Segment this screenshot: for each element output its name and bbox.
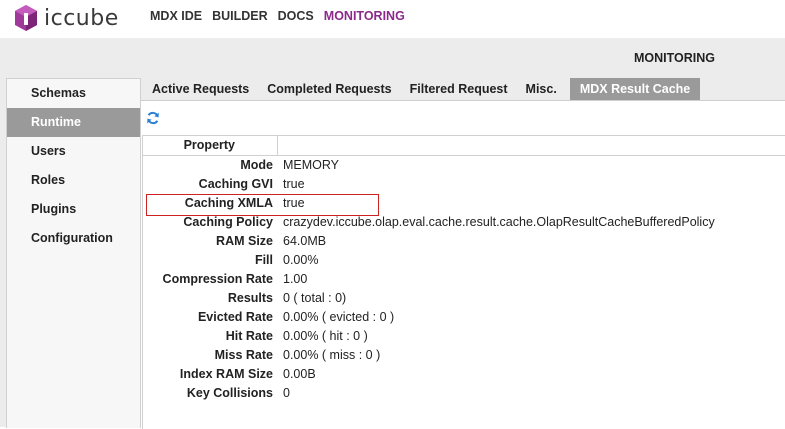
logo-text: iccube [44, 5, 119, 31]
property-key: Hit Rate [225, 329, 273, 343]
property-key: Miss Rate [214, 348, 273, 362]
property-value: 0.00% [283, 253, 319, 267]
iccube-logo-icon [15, 5, 37, 31]
table-row: RAM Size 64.0MB [143, 232, 785, 251]
sidebar-item-configuration[interactable]: Configuration [7, 224, 140, 253]
property-value: true [283, 177, 305, 191]
property-value: 1.00 [283, 272, 308, 286]
property-key: Results [227, 291, 273, 305]
header-property: Property [183, 138, 235, 152]
sidebar-item-roles[interactable]: Roles [7, 166, 140, 195]
property-value: 0.00% ( evicted : 0 ) [283, 310, 395, 324]
table-row: Hit Rate 0.00% ( hit : 0 ) [143, 327, 785, 346]
table-row: Key Collisions 0 [143, 384, 785, 403]
property-value: 0.00% ( miss : 0 ) [283, 348, 381, 362]
property-value: 64.0MB [283, 234, 327, 248]
table-row: Miss Rate 0.00% ( miss : 0 ) [143, 346, 785, 365]
sidebar-item-runtime[interactable]: Runtime [7, 108, 140, 137]
top-nav: MDX IDE BUILDER DOCS MONITORING [150, 9, 415, 23]
property-grid: Property Mode MEMORY Caching GVI true Ca… [142, 135, 785, 429]
property-key: Compression Rate [162, 272, 273, 286]
nav-builder[interactable]: BUILDER [212, 9, 268, 23]
tab-filtered-request[interactable]: Filtered Request [401, 78, 517, 100]
property-key: Index RAM Size [179, 367, 273, 381]
table-row: Caching GVI true [143, 175, 785, 194]
table-row: Evicted Rate 0.00% ( evicted : 0 ) [143, 308, 785, 327]
page-title: MONITORING [634, 51, 716, 65]
tab-completed-requests[interactable]: Completed Requests [258, 78, 400, 100]
ram-size-highlight-box [146, 194, 379, 216]
property-value: 0 ( total : 0) [283, 291, 347, 305]
table-row: Compression Rate 1.00 [143, 270, 785, 289]
header-divider [277, 136, 278, 155]
property-key: Fill [254, 253, 273, 267]
property-value: 0.00B [283, 367, 316, 381]
property-key: RAM Size [216, 234, 273, 248]
property-key: Caching GVI [198, 177, 273, 191]
nav-mdx-ide[interactable]: MDX IDE [150, 9, 202, 23]
sidebar-item-plugins[interactable]: Plugins [7, 195, 140, 224]
property-key: Evicted Rate [197, 310, 273, 324]
sidebar: Schemas Runtime Users Roles Plugins Conf… [6, 78, 141, 428]
content-panel: Property Mode MEMORY Caching GVI true Ca… [141, 100, 785, 429]
sidebar-item-schemas[interactable]: Schemas [7, 79, 140, 108]
tab-misc[interactable]: Misc. [517, 78, 566, 100]
property-value: 0.00% ( hit : 0 ) [283, 329, 368, 343]
sidebar-item-users[interactable]: Users [7, 137, 140, 166]
property-value: 0 [283, 386, 290, 400]
table-row: Fill 0.00% [143, 251, 785, 270]
grid-header-row: Property [143, 136, 785, 156]
table-row: Results 0 ( total : 0) [143, 289, 785, 308]
table-row: Index RAM Size 0.00B [143, 365, 785, 384]
property-key: Mode [240, 158, 273, 172]
tab-mdx-result-cache[interactable]: MDX Result Cache [569, 78, 701, 100]
nav-docs[interactable]: DOCS [278, 9, 314, 23]
refresh-icon[interactable] [146, 111, 160, 125]
table-row: Mode MEMORY [143, 156, 785, 175]
property-value: MEMORY [283, 158, 340, 172]
tab-bar: Active Requests Completed Requests Filte… [143, 78, 701, 100]
tab-active-requests[interactable]: Active Requests [143, 78, 258, 100]
app-logo[interactable]: iccube [14, 3, 119, 33]
nav-monitoring[interactable]: MONITORING [324, 9, 405, 23]
top-bar: iccube MDX IDE BUILDER DOCS MONITORING [0, 0, 785, 36]
property-key: Key Collisions [186, 386, 273, 400]
